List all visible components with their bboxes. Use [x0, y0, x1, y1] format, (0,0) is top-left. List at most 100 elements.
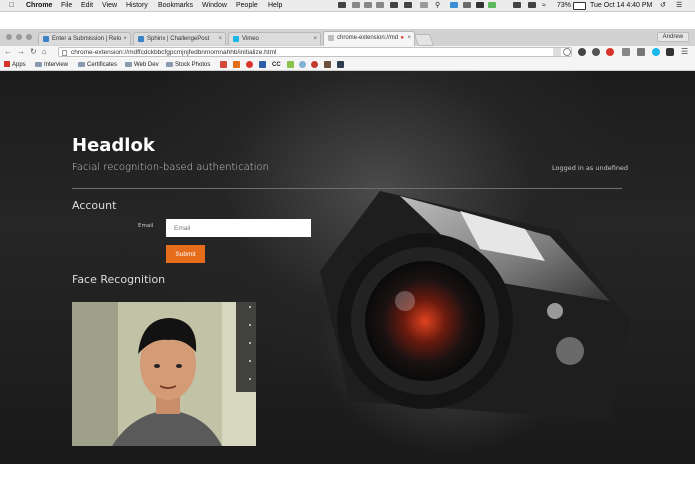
bookmark-icon[interactable] — [324, 61, 331, 68]
bookmark-star-icon[interactable] — [563, 48, 571, 56]
back-arrow-icon[interactable]: ← — [4, 47, 12, 56]
apple-menu-icon[interactable]:  — [9, 1, 14, 10]
close-tab-icon[interactable]: × — [123, 35, 127, 43]
menu-view[interactable]: View — [102, 1, 117, 10]
folder-icon — [166, 62, 173, 67]
bookmark-icon[interactable] — [299, 61, 306, 68]
tab-vimeo[interactable]: Vimeo × — [228, 32, 321, 45]
control-dot-icon[interactable] — [249, 360, 251, 362]
folder-icon — [78, 62, 85, 67]
status-icon[interactable] — [376, 2, 384, 8]
app-subtitle: Facial recognition-based authentication — [72, 162, 269, 173]
time-machine-icon[interactable]: ↺ — [660, 1, 666, 10]
extension-icon[interactable] — [622, 48, 630, 56]
devpost-favicon-icon — [138, 36, 144, 42]
chrome-menu-icon[interactable]: ☰ — [681, 48, 689, 56]
bookmark-icon[interactable] — [287, 61, 294, 68]
close-tab-icon[interactable]: × — [407, 34, 411, 42]
status-icon[interactable] — [463, 2, 471, 8]
mac-menu-bar:  Chrome File Edit View History Bookmark… — [0, 0, 695, 12]
close-window-button[interactable] — [6, 34, 12, 40]
status-icon[interactable] — [450, 2, 458, 8]
status-icon[interactable] — [364, 2, 372, 8]
close-tab-icon[interactable]: × — [218, 35, 222, 43]
bookmark-icon[interactable] — [246, 61, 253, 68]
webcam-person-image — [72, 302, 256, 446]
reload-icon[interactable]: ↻ — [30, 47, 37, 56]
forward-arrow-icon[interactable]: → — [17, 47, 25, 56]
account-heading: Account — [72, 199, 117, 212]
menu-edit[interactable]: Edit — [81, 1, 93, 10]
wifi-icon[interactable]: ≈ — [542, 1, 546, 10]
bookmark-icon[interactable] — [233, 61, 240, 68]
bookmark-icon[interactable] — [337, 61, 344, 68]
battery-icon[interactable] — [573, 2, 586, 10]
bookmark-cc[interactable]: CC — [272, 61, 281, 69]
bookmark-stock-photos[interactable]: Stock Photos — [166, 61, 210, 69]
battery-percent[interactable]: 73% — [557, 1, 571, 10]
folder-icon — [35, 62, 42, 67]
control-dot-icon[interactable] — [249, 342, 251, 344]
bookmark-web-dev[interactable]: Web Dev — [125, 61, 159, 69]
menu-history[interactable]: History — [126, 1, 148, 10]
email-field[interactable] — [166, 219, 311, 237]
vimeo-favicon-icon — [233, 36, 239, 42]
gmail-icon[interactable] — [220, 61, 227, 68]
cloud-icon[interactable] — [476, 2, 484, 8]
control-dot-icon[interactable] — [249, 324, 251, 326]
cast-icon[interactable] — [637, 48, 645, 56]
spotlight-search-icon[interactable]: ⚲ — [435, 1, 440, 10]
address-bar[interactable]: chrome-extension://mdffcdckbbcfgpcmjnjfe… — [58, 47, 572, 57]
adblock-icon[interactable] — [606, 48, 614, 56]
apps-grid-icon — [4, 61, 10, 67]
menu-help[interactable]: Help — [268, 1, 282, 10]
webcam-video — [72, 302, 256, 446]
home-icon[interactable]: ⌂ — [42, 47, 47, 56]
menu-app-chrome[interactable]: Chrome — [26, 1, 52, 10]
bookmark-icon[interactable] — [259, 61, 266, 68]
new-tab-button[interactable] — [413, 34, 435, 46]
tab-sphinx[interactable]: Sphinx | ChallengePost × — [133, 32, 226, 45]
video-controls[interactable] — [236, 302, 256, 392]
status-icon[interactable] — [488, 2, 496, 8]
tab-strip: Enter a Submission | Relo × Sphinx | Cha… — [0, 29, 695, 46]
menu-bookmarks[interactable]: Bookmarks — [158, 1, 193, 10]
face-recognition-heading: Face Recognition — [72, 273, 166, 286]
menu-people[interactable]: People — [236, 1, 258, 10]
camera-background-image — [320, 191, 630, 421]
tab-chrome-extension[interactable]: chrome-extension://md ● × — [323, 31, 415, 46]
devpost-favicon-icon — [43, 36, 49, 42]
camera-extension-icon[interactable] — [666, 48, 674, 56]
extension-icon[interactable] — [578, 48, 586, 56]
minimize-window-button[interactable] — [16, 34, 22, 40]
browser-window: Enter a Submission | Relo × Sphinx | Cha… — [0, 29, 695, 464]
control-dot-icon[interactable] — [249, 306, 251, 308]
bookmark-interview[interactable]: Interview — [35, 61, 68, 69]
notification-center-icon[interactable]: ☰ — [676, 1, 682, 10]
profile-button[interactable]: Andrew — [656, 32, 689, 42]
zoom-window-button[interactable] — [26, 34, 32, 40]
toolbar: ← → ↻ ⌂ chrome-extension://mdffcdckbbcfgpcm… — [0, 46, 695, 59]
tab-enter-submission[interactable]: Enter a Submission | Relo × — [38, 32, 131, 45]
status-icon[interactable] — [390, 2, 398, 8]
bookmark-apps[interactable]: Apps — [4, 61, 26, 69]
menu-file[interactable]: File — [61, 1, 72, 10]
vimeo-extension-icon[interactable] — [652, 48, 660, 56]
bookmark-icon[interactable] — [311, 61, 318, 68]
menubar-clock[interactable]: Tue Oct 14 4:40 PM — [590, 1, 652, 10]
pocket-icon[interactable] — [592, 48, 600, 56]
email-label: Email — [138, 223, 154, 229]
submit-button[interactable]: Submit — [166, 245, 205, 263]
bottom-margin — [0, 464, 695, 494]
airplay-icon[interactable] — [513, 2, 521, 8]
bookmark-certificates[interactable]: Certificates — [78, 61, 117, 69]
close-tab-icon[interactable]: × — [313, 35, 317, 43]
keyboard-icon[interactable] — [528, 2, 536, 8]
status-icon[interactable] — [352, 2, 360, 8]
page-action-icon[interactable] — [553, 48, 561, 56]
control-dot-icon[interactable] — [249, 378, 251, 380]
status-icon[interactable] — [420, 2, 428, 8]
menu-window[interactable]: Window — [202, 1, 227, 10]
status-icon[interactable] — [338, 2, 346, 8]
status-icon[interactable] — [404, 2, 412, 8]
